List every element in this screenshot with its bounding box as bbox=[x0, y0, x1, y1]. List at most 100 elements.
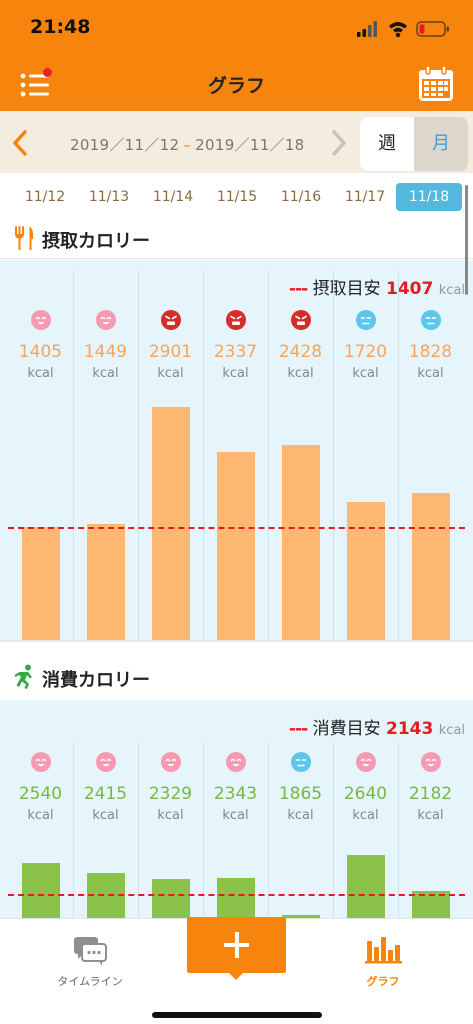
bottom-tab-bar: タイムライン グラフ bbox=[0, 917, 473, 1024]
calorie-value: 2182 bbox=[408, 784, 453, 804]
column-divider bbox=[398, 270, 399, 640]
chevron-left-icon[interactable] bbox=[8, 128, 32, 158]
calorie-bar bbox=[216, 878, 255, 918]
day-tab[interactable]: 11/14 bbox=[140, 183, 206, 211]
happy-face-icon bbox=[95, 310, 116, 330]
calorie-bar bbox=[21, 527, 60, 640]
target-label: 消費目安 bbox=[312, 719, 381, 739]
calorie-unit: kcal bbox=[352, 808, 379, 823]
day-tab[interactable]: 11/16 bbox=[268, 183, 334, 211]
app-header: グラフ bbox=[0, 55, 473, 111]
add-button-pointer bbox=[229, 973, 243, 980]
calorie-value: 1828 bbox=[408, 342, 453, 362]
home-indicator bbox=[152, 1012, 322, 1018]
signal-icon bbox=[357, 21, 377, 37]
angry-face-icon bbox=[160, 310, 181, 330]
tab-graph-label: グラフ bbox=[366, 975, 400, 988]
day-tab[interactable]: 11/17 bbox=[332, 183, 398, 211]
neutral-face-icon bbox=[355, 310, 376, 330]
intake-target: --- 摂取目安 1407 kcal bbox=[289, 274, 465, 299]
battery-icon bbox=[416, 21, 449, 37]
calorie-value: 2343 bbox=[213, 784, 258, 804]
calorie-value: 2640 bbox=[343, 784, 388, 804]
target-dash: --- bbox=[289, 719, 308, 739]
tab-graph[interactable]: グラフ bbox=[343, 933, 423, 993]
happy-face-icon bbox=[420, 752, 441, 772]
status-bar: 21:48 bbox=[0, 0, 473, 55]
date-range-end: 2019／11／18 bbox=[195, 136, 305, 154]
happy-face-icon bbox=[225, 752, 246, 772]
wifi-icon bbox=[389, 22, 407, 38]
calorie-unit: kcal bbox=[157, 366, 184, 381]
calorie-unit: kcal bbox=[27, 808, 54, 823]
happy-face-icon bbox=[95, 752, 116, 772]
calorie-bar bbox=[281, 445, 320, 640]
happy-face-icon bbox=[30, 752, 51, 772]
column-divider bbox=[333, 270, 334, 640]
target-label: 摂取目安 bbox=[312, 279, 381, 299]
target-line bbox=[8, 527, 465, 530]
happy-face-icon bbox=[160, 752, 181, 772]
day-tab[interactable]: 11/15 bbox=[204, 183, 270, 211]
calorie-value: 1405 bbox=[18, 342, 63, 362]
tab-timeline[interactable]: タイムライン bbox=[50, 933, 130, 993]
calorie-value: 2337 bbox=[213, 342, 258, 362]
calorie-value: 1865 bbox=[278, 784, 323, 804]
intake-chart: --- 摂取目安 1407 kcal 1405 kcal 1449 kcal 2901 k… bbox=[0, 260, 473, 640]
bar-chart-icon bbox=[365, 937, 402, 964]
column-divider bbox=[333, 742, 334, 918]
calorie-value: 2901 bbox=[148, 342, 193, 362]
target-line bbox=[8, 893, 465, 896]
calorie-unit: kcal bbox=[222, 808, 249, 823]
scrollbar-thumb[interactable] bbox=[465, 185, 468, 295]
column-divider bbox=[203, 270, 204, 640]
calorie-bar bbox=[411, 493, 450, 640]
day-tab-active[interactable]: 11/18 bbox=[396, 183, 462, 211]
angry-face-icon bbox=[290, 310, 311, 330]
status-icons bbox=[357, 21, 449, 38]
calendar-button[interactable] bbox=[417, 65, 455, 103]
target-value: 1407 bbox=[386, 279, 434, 299]
column-divider bbox=[138, 742, 139, 918]
happy-face-icon bbox=[30, 310, 51, 330]
calorie-unit: kcal bbox=[92, 366, 119, 381]
plus-icon-vertical bbox=[235, 932, 239, 958]
day-tab[interactable]: 11/12 bbox=[12, 183, 78, 211]
calorie-unit: kcal bbox=[157, 808, 184, 823]
date-tabs: 11/12 11/13 11/14 11/15 11/16 11/17 11/1… bbox=[0, 175, 473, 223]
column-divider bbox=[203, 742, 204, 918]
happy-face-icon bbox=[355, 752, 376, 772]
status-time: 21:48 bbox=[30, 16, 91, 38]
date-range: 2019／11／12–2019／11／18 bbox=[70, 134, 305, 155]
target-dash: --- bbox=[289, 279, 308, 299]
calorie-value: 2329 bbox=[148, 784, 193, 804]
calorie-value: 2540 bbox=[18, 784, 63, 804]
target-unit: kcal bbox=[438, 283, 465, 298]
chevron-right-icon[interactable] bbox=[327, 128, 351, 158]
column-divider bbox=[138, 270, 139, 640]
angry-face-icon bbox=[225, 310, 246, 330]
burn-chart: --- 消費目安 2143 kcal 2540 kcal 2415 kcal 2329 k… bbox=[0, 700, 473, 918]
calorie-bar bbox=[216, 452, 255, 640]
target-value: 2143 bbox=[386, 719, 434, 739]
target-unit: kcal bbox=[438, 723, 465, 738]
calorie-value: 1720 bbox=[343, 342, 388, 362]
chat-bubbles-icon bbox=[74, 937, 107, 966]
burn-section-header: 消費カロリー bbox=[0, 658, 473, 698]
calorie-unit: kcal bbox=[352, 366, 379, 381]
day-tab[interactable]: 11/13 bbox=[76, 183, 142, 211]
tab-month[interactable]: 月 bbox=[414, 117, 468, 171]
calorie-bar bbox=[151, 879, 190, 918]
calorie-value: 2428 bbox=[278, 342, 323, 362]
date-range-separator: – bbox=[183, 136, 192, 154]
calorie-bar bbox=[151, 407, 190, 640]
calorie-unit: kcal bbox=[92, 808, 119, 823]
calorie-bar bbox=[346, 855, 385, 918]
add-button[interactable] bbox=[187, 917, 286, 973]
fork-knife-icon bbox=[15, 226, 34, 250]
column-divider bbox=[268, 742, 269, 918]
calorie-unit: kcal bbox=[222, 366, 249, 381]
column-divider bbox=[268, 270, 269, 640]
tab-week[interactable]: 週 bbox=[360, 117, 414, 171]
neutral-face-icon bbox=[420, 310, 441, 330]
